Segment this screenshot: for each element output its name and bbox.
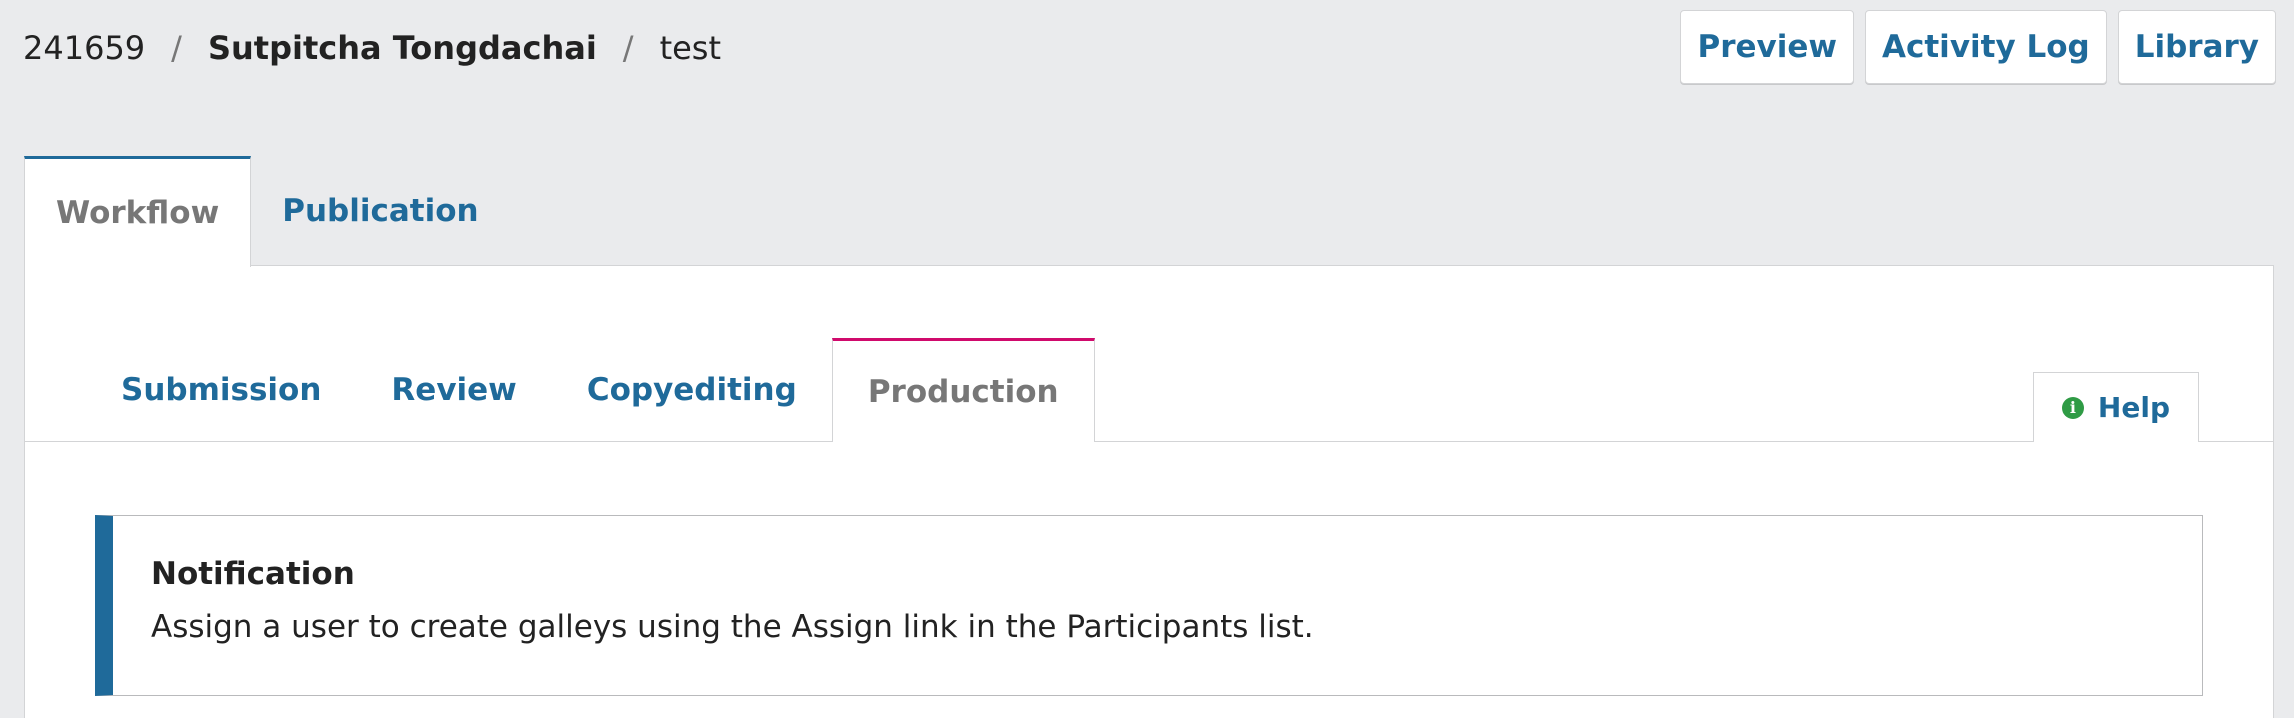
activity-log-button[interactable]: Activity Log	[1865, 10, 2107, 84]
page: 241659 / Sutpitcha Tongdachai / test Pre…	[0, 0, 2294, 718]
breadcrumb: 241659 / Sutpitcha Tongdachai / test	[23, 26, 721, 70]
main-tabs: Workflow Publication	[24, 156, 510, 267]
submission-author: Sutpitcha Tongdachai	[207, 29, 597, 67]
tab-publication[interactable]: Publication	[251, 156, 509, 266]
library-button[interactable]: Library	[2117, 10, 2276, 84]
stage-tab-submission[interactable]: Submission	[97, 338, 356, 441]
tab-workflow[interactable]: Workflow	[24, 156, 252, 267]
notification-title: Notification	[151, 556, 355, 592]
info-icon: i	[2061, 396, 2084, 419]
notification-message: Assign a user to create galleys using th…	[151, 609, 1314, 645]
notification-box: Notification Assign a user to create gal…	[95, 515, 2203, 696]
stage-tabs: Submission Review Copyediting Production	[97, 338, 1095, 442]
stage-tab-production[interactable]: Production	[831, 338, 1095, 442]
stage-tab-review[interactable]: Review	[356, 338, 551, 441]
workflow-panel: Submission Review Copyediting Production…	[24, 265, 2274, 718]
help-label: Help	[2097, 391, 2170, 424]
breadcrumb-separator: /	[171, 29, 182, 67]
breadcrumb-separator: /	[622, 29, 634, 67]
header-actions: Preview Activity Log Library	[1680, 10, 2276, 84]
preview-button[interactable]: Preview	[1680, 10, 1854, 84]
submission-title: test	[659, 29, 722, 67]
help-button[interactable]: i Help	[2032, 372, 2199, 442]
stage-tabs-divider	[25, 441, 2273, 442]
stage-tab-copyediting[interactable]: Copyediting	[552, 338, 832, 441]
submission-id: 241659	[23, 29, 146, 67]
